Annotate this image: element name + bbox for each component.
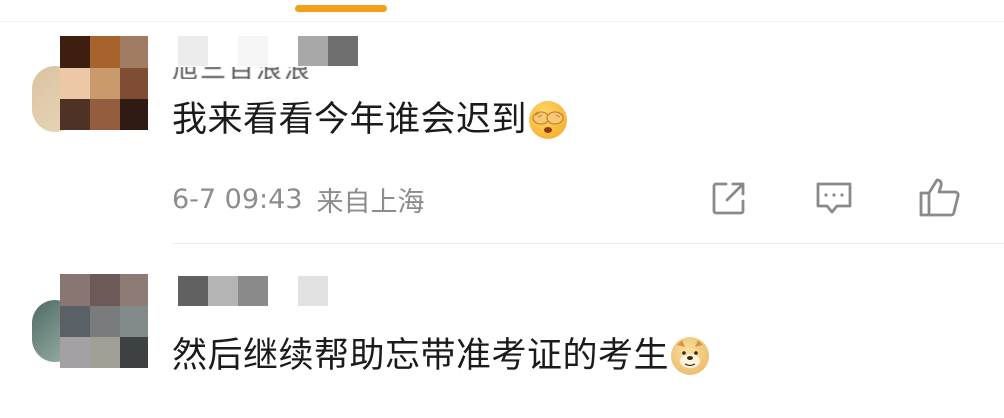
mosaic-tile	[120, 306, 148, 337]
username-block	[298, 276, 328, 306]
mosaic-tile	[90, 68, 120, 99]
covering-eyes-emoji	[529, 101, 568, 139]
username-block	[328, 36, 358, 66]
username-block	[208, 36, 238, 66]
mosaic-tile	[60, 36, 90, 68]
mosaic-tile	[120, 274, 148, 306]
username-ghost: 旭三百浪浪	[172, 67, 362, 79]
comment-timestamp: 6-7 09:43	[172, 184, 303, 215]
mosaic-tile	[60, 306, 90, 337]
like-icon[interactable]	[918, 176, 960, 217]
mosaic-tile	[90, 337, 120, 368]
username-block	[238, 36, 268, 66]
share-icon[interactable]	[709, 178, 749, 218]
comment-item: 旭三百浪浪 我来看看今年谁会迟到 6-7 09:43 来自上海	[0, 30, 1004, 240]
mosaic-tile	[120, 68, 148, 99]
username-block	[298, 36, 328, 66]
username-block	[268, 36, 298, 66]
avatar-mosaic	[60, 274, 148, 368]
doge-emoji	[671, 337, 710, 375]
comment-text: 我来看看今年谁会迟到	[172, 100, 528, 140]
username-block	[268, 276, 298, 306]
username-block	[238, 276, 268, 306]
active-tab-indicator	[295, 5, 387, 12]
comment-item: 然后继续帮助忘带准考证的考生	[0, 258, 1004, 418]
mosaic-tile	[90, 99, 120, 130]
avatar[interactable]	[32, 274, 148, 374]
mosaic-tile	[60, 274, 90, 306]
mosaic-tile	[60, 99, 90, 130]
username-block	[178, 276, 208, 306]
avatar[interactable]	[32, 36, 148, 136]
comment-meta: 6-7 09:43 来自上海	[172, 180, 425, 219]
comment-location: 来自上海	[316, 187, 425, 218]
mosaic-tile	[60, 68, 90, 99]
username-block	[208, 276, 238, 306]
header-divider	[0, 21, 1004, 22]
mosaic-tile	[120, 99, 148, 130]
mosaic-tile	[120, 36, 148, 68]
mosaic-tile	[60, 337, 90, 368]
mosaic-tile	[90, 274, 120, 306]
comment-divider	[172, 243, 1004, 244]
username-redacted[interactable]	[178, 36, 358, 66]
avatar-mosaic	[60, 36, 148, 130]
comment-text-row: 我来看看今年谁会迟到	[172, 98, 568, 142]
reply-icon[interactable]	[814, 178, 854, 218]
username-redacted[interactable]	[178, 276, 328, 306]
mosaic-tile	[120, 337, 148, 368]
comment-text-row: 然后继续帮助忘带准考证的考生	[172, 334, 710, 378]
comment-text: 然后继续帮助忘带准考证的考生	[172, 336, 670, 376]
mosaic-tile	[90, 306, 120, 337]
username-block	[178, 36, 208, 66]
mosaic-tile	[90, 36, 120, 68]
